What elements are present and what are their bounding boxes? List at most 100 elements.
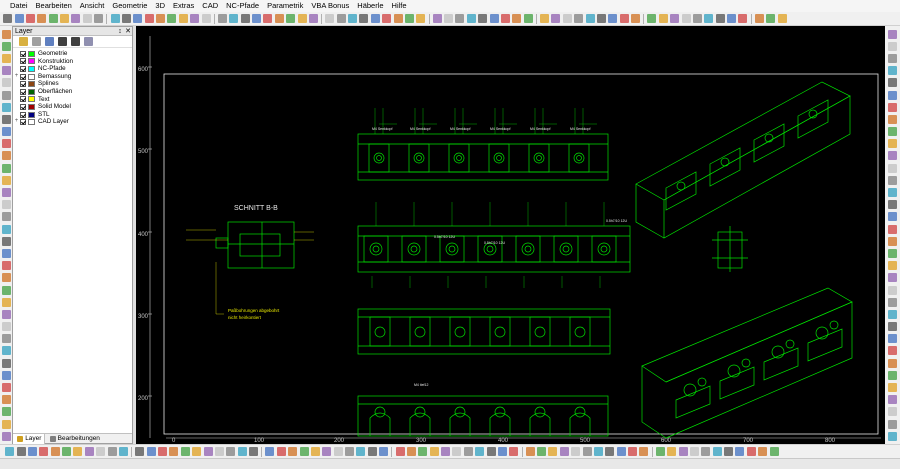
tool-button-icon[interactable] bbox=[647, 14, 657, 23]
tool-button-icon[interactable] bbox=[540, 14, 550, 23]
layer-row[interactable]: Geometrie bbox=[13, 50, 132, 58]
tool-button-icon[interactable] bbox=[25, 14, 35, 23]
tool-button-icon[interactable] bbox=[888, 224, 897, 234]
tool-button-icon[interactable] bbox=[1, 212, 11, 222]
tool-button-icon[interactable] bbox=[466, 14, 476, 23]
tool-button-icon[interactable] bbox=[500, 14, 510, 23]
tool-button-icon[interactable] bbox=[1, 66, 11, 76]
tool-button-icon[interactable] bbox=[379, 447, 389, 456]
tool-button-icon[interactable] bbox=[14, 14, 24, 23]
tool-button-icon[interactable] bbox=[37, 14, 47, 23]
tool-button-icon[interactable] bbox=[135, 447, 145, 456]
tool-button-icon[interactable] bbox=[888, 212, 897, 222]
layer-visibility-checkbox[interactable] bbox=[20, 65, 26, 72]
tool-button-icon[interactable] bbox=[382, 14, 392, 23]
delete-layer-icon[interactable] bbox=[45, 37, 54, 46]
layer-visibility-checkbox[interactable] bbox=[20, 103, 26, 110]
menu-nc-pfade[interactable]: NC-Pfade bbox=[222, 0, 263, 12]
tool-button-icon[interactable] bbox=[888, 358, 897, 368]
tool-button-icon[interactable] bbox=[1, 188, 11, 198]
tool-button-icon[interactable] bbox=[1, 322, 11, 332]
tool-button-icon[interactable] bbox=[180, 447, 190, 456]
tool-button-icon[interactable] bbox=[1, 200, 11, 210]
tool-button-icon[interactable] bbox=[888, 431, 897, 441]
tool-button-icon[interactable] bbox=[169, 447, 179, 456]
tool-button-icon[interactable] bbox=[888, 285, 897, 295]
layer-visibility-checkbox[interactable] bbox=[20, 50, 26, 57]
tool-button-icon[interactable] bbox=[393, 14, 403, 23]
tool-button-icon[interactable] bbox=[276, 447, 286, 456]
tool-button-icon[interactable] bbox=[325, 14, 335, 23]
tool-button-icon[interactable] bbox=[429, 447, 439, 456]
tool-button-icon[interactable] bbox=[608, 14, 618, 23]
tool-button-icon[interactable] bbox=[628, 447, 638, 456]
tool-button-icon[interactable] bbox=[50, 447, 60, 456]
tool-button-icon[interactable] bbox=[265, 447, 275, 456]
layer-color-swatch[interactable] bbox=[28, 96, 35, 103]
tool-button-icon[interactable] bbox=[754, 14, 764, 23]
tool-button-icon[interactable] bbox=[571, 447, 581, 456]
tool-button-icon[interactable] bbox=[229, 14, 239, 23]
tool-button-icon[interactable] bbox=[758, 447, 768, 456]
tool-button-icon[interactable] bbox=[39, 447, 49, 456]
layer-row[interactable]: Splines bbox=[13, 80, 132, 88]
tool-button-icon[interactable] bbox=[746, 447, 756, 456]
tool-button-icon[interactable] bbox=[888, 395, 897, 405]
tool-button-icon[interactable] bbox=[1, 102, 11, 112]
tool-button-icon[interactable] bbox=[888, 236, 897, 246]
tool-button-icon[interactable] bbox=[178, 14, 188, 23]
menu-bearbeiten[interactable]: Bearbeiten bbox=[32, 0, 76, 12]
tool-button-icon[interactable] bbox=[1, 407, 11, 417]
tool-button-icon[interactable] bbox=[297, 14, 307, 23]
tool-button-icon[interactable] bbox=[735, 447, 745, 456]
tool-button-icon[interactable] bbox=[1, 53, 11, 63]
tool-button-icon[interactable] bbox=[888, 66, 897, 76]
tool-button-icon[interactable] bbox=[94, 14, 104, 23]
tool-button-icon[interactable] bbox=[1, 127, 11, 137]
tool-button-icon[interactable] bbox=[766, 14, 776, 23]
layer-color-swatch[interactable] bbox=[28, 111, 35, 118]
tool-button-icon[interactable] bbox=[888, 200, 897, 210]
tool-button-icon[interactable] bbox=[395, 447, 405, 456]
tool-button-icon[interactable] bbox=[738, 14, 748, 23]
layer-visibility-checkbox[interactable] bbox=[20, 73, 26, 80]
tool-button-icon[interactable] bbox=[1, 358, 11, 368]
tool-button-icon[interactable] bbox=[478, 14, 488, 23]
tool-button-icon[interactable] bbox=[1, 261, 11, 271]
tool-button-icon[interactable] bbox=[1, 431, 11, 441]
drawing-canvas[interactable]: 600 500 400 300 200 0 100 200 300 400 50… bbox=[136, 26, 885, 444]
tool-button-icon[interactable] bbox=[692, 14, 702, 23]
layer-color-swatch[interactable] bbox=[28, 88, 35, 95]
tool-button-icon[interactable] bbox=[107, 447, 117, 456]
tool-button-icon[interactable] bbox=[888, 370, 897, 380]
tool-button-icon[interactable] bbox=[73, 447, 83, 456]
tool-button-icon[interactable] bbox=[548, 447, 558, 456]
tool-button-icon[interactable] bbox=[701, 447, 711, 456]
layer-visibility-checkbox[interactable] bbox=[20, 119, 26, 126]
tool-button-icon[interactable] bbox=[217, 14, 227, 23]
tool-button-icon[interactable] bbox=[62, 447, 72, 456]
tool-button-icon[interactable] bbox=[888, 78, 897, 88]
tool-button-icon[interactable] bbox=[1, 370, 11, 380]
tool-button-icon[interactable] bbox=[639, 447, 649, 456]
tool-button-icon[interactable] bbox=[888, 322, 897, 332]
tool-button-icon[interactable] bbox=[110, 14, 120, 23]
tool-button-icon[interactable] bbox=[404, 14, 414, 23]
tool-button-icon[interactable] bbox=[84, 447, 94, 456]
layer-properties-icon[interactable] bbox=[32, 37, 41, 46]
menu-haeberle[interactable]: Häberle bbox=[353, 0, 387, 12]
tool-button-icon[interactable] bbox=[416, 14, 426, 23]
tool-button-icon[interactable] bbox=[512, 14, 522, 23]
tool-button-icon[interactable] bbox=[489, 14, 499, 23]
tool-button-icon[interactable] bbox=[359, 14, 369, 23]
tool-button-icon[interactable] bbox=[525, 447, 535, 456]
tool-button-icon[interactable] bbox=[537, 447, 547, 456]
tool-button-icon[interactable] bbox=[299, 447, 309, 456]
tool-button-icon[interactable] bbox=[689, 447, 699, 456]
tool-button-icon[interactable] bbox=[27, 447, 37, 456]
tool-button-icon[interactable] bbox=[367, 447, 377, 456]
tool-button-icon[interactable] bbox=[252, 14, 262, 23]
tool-button-icon[interactable] bbox=[16, 447, 26, 456]
menu-ansicht[interactable]: Ansicht bbox=[76, 0, 109, 12]
tool-button-icon[interactable] bbox=[1, 383, 11, 393]
